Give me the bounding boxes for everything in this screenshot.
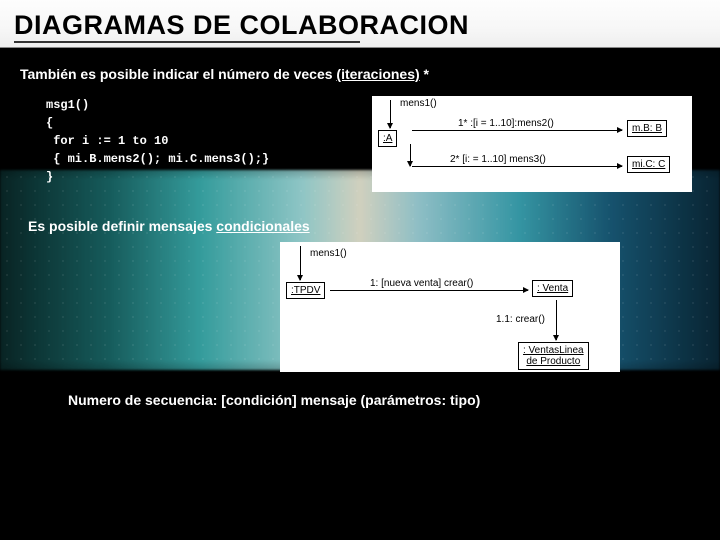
connector-a [410,144,411,166]
sub2-prefix: Es posible definir mensajes [28,218,216,234]
label-arrow2: 2* [i: = 1..10] mens3() [450,154,546,165]
code-l4: { mi.B.mens2(); mi.C.mens3();} [46,152,269,166]
label-crear1: 1: [nueva venta] crear() [370,278,473,289]
code-block: msg1() { for i := 1 to 10 { mi.B.mens2()… [20,96,360,186]
footer-text: Numero de secuencia: [condición] mensaje… [68,392,700,408]
label-arrow1: 1* :[i = 1..10]:mens2() [458,118,554,129]
arrow-in [390,100,391,128]
code-l2: { [46,116,53,130]
arrow-2 [412,166,622,167]
label-crear2: 1.1: crear() [496,314,545,325]
sub2-underlined: condicionales [216,218,309,234]
code-l5: } [46,170,53,184]
subtitle-conditionals: Es posible definir mensajes condicionale… [28,218,700,234]
intro-underlined: (iteraciones) [336,66,419,82]
box-venta: : Venta [532,280,573,297]
intro-suffix: * [420,66,429,82]
label-mens1-2: mens1() [310,248,347,259]
diagram-conditionals: mens1() :TPDV 1: [nueva venta] crear() :… [280,242,620,372]
code-l1: msg1() [46,98,89,112]
slide-title: DIAGRAMAS DE COLABORACION [0,0,720,48]
slide-content: También es posible indicar el número de … [0,48,720,408]
box-a: :A [378,130,397,147]
row-1: msg1() { for i := 1 to 10 { mi.B.mens2()… [20,96,700,192]
arrow-in-2 [300,246,301,280]
intro-text: También es posible indicar el número de … [20,66,700,82]
diagram-iterations: mens1() :A 1* :[i = 1..10]:mens2() m.B: … [372,96,692,192]
arrow-1 [412,130,622,131]
label-mens1: mens1() [400,98,437,109]
intro-prefix: También es posible indicar el número de … [20,66,336,82]
box-c: mi.C: C [627,156,670,173]
box-b: m.B: B [627,120,667,137]
arrow-crear2 [556,300,557,340]
arrow-crear1 [330,290,528,291]
box-linea: : VentasLinea de Producto [518,342,589,370]
code-l3: for i := 1 to 10 [46,134,168,148]
box-tpdv: :TPDV [286,282,325,299]
